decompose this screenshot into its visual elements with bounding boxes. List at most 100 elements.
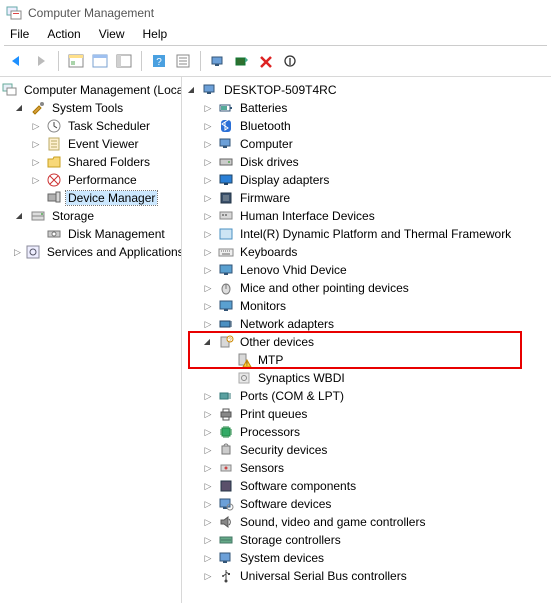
expand-icon[interactable] [202,228,214,240]
expand-icon[interactable] [202,174,214,186]
cat-sensors[interactable]: Sensors [182,459,551,477]
expand-icon[interactable] [202,462,214,474]
window-title: Computer Management [28,6,154,20]
device-manager-icon [46,190,62,206]
cat-sound-controllers[interactable]: Sound, video and game controllers [182,513,551,531]
expand-icon[interactable] [202,102,214,114]
warning-device-icon: ! [236,352,252,368]
tree-services-apps[interactable]: Services and Applications [0,243,181,261]
expand-icon[interactable] [30,156,42,168]
expand-icon[interactable] [202,210,214,222]
console-tree[interactable]: Computer Management (Local System Tools … [0,77,182,603]
network-icon [218,316,234,332]
expand-icon[interactable] [202,336,214,348]
tree-device-manager[interactable]: Device Manager [0,189,181,207]
menu-action[interactable]: Action [47,27,80,41]
show-hide-tree-button[interactable] [65,50,87,72]
expand-icon[interactable] [202,192,214,204]
computer-icon [218,136,234,152]
cat-computer[interactable]: Computer [182,135,551,153]
tree-storage[interactable]: Storage [0,207,181,225]
cat-bluetooth[interactable]: Bluetooth [182,117,551,135]
back-button[interactable] [6,50,28,72]
cat-processors[interactable]: Processors [182,423,551,441]
cat-mice[interactable]: Mice and other pointing devices [182,279,551,297]
expand-icon[interactable] [202,318,214,330]
cat-software-components[interactable]: Software components [182,477,551,495]
ports-icon [218,388,234,404]
cat-keyboards[interactable]: Keyboards [182,243,551,261]
expand-icon[interactable] [202,426,214,438]
device-synaptics-wbdi[interactable]: Synaptics WBDI [182,369,551,387]
cat-usb-controllers[interactable]: Universal Serial Bus controllers [182,567,551,585]
properties-button[interactable] [89,50,111,72]
cat-print-queues[interactable]: Print queues [182,405,551,423]
expand-icon[interactable] [202,300,214,312]
device-label: Ports (COM & LPT) [238,389,346,403]
expand-icon[interactable] [30,138,42,150]
expand-icon[interactable] [202,390,214,402]
uninstall-button[interactable] [255,50,277,72]
menu-view[interactable]: View [99,27,125,41]
tree-shared-folders[interactable]: Shared Folders [0,153,181,171]
tree-disk-management[interactable]: Disk Management [0,225,181,243]
export-list-button[interactable] [113,50,135,72]
update-driver-button[interactable] [207,50,229,72]
disable-button[interactable] [279,50,301,72]
cat-disk-drives[interactable]: Disk drives [182,153,551,171]
device-mtp[interactable]: !MTP [182,351,551,369]
expand-icon[interactable] [202,552,214,564]
expand-icon[interactable] [14,102,26,114]
expand-icon[interactable] [186,84,198,96]
cat-display-adapters[interactable]: Display adapters [182,171,551,189]
tree-event-viewer[interactable]: Event Viewer [0,135,181,153]
expand-icon[interactable] [202,282,214,294]
tree-performance[interactable]: Performance [0,171,181,189]
cat-storage-controllers[interactable]: Storage controllers [182,531,551,549]
expand-icon[interactable] [202,516,214,528]
cat-network-adapters[interactable]: Network adapters [182,315,551,333]
expand-icon[interactable] [202,534,214,546]
expand-icon[interactable] [202,246,214,258]
tree-label: Storage [50,209,96,223]
cat-security-devices[interactable]: Security devices [182,441,551,459]
menu-file[interactable]: File [10,27,29,41]
help-button[interactable]: ? [148,50,170,72]
expand-icon[interactable] [202,480,214,492]
cat-firmware[interactable]: Firmware [182,189,551,207]
cat-hid[interactable]: Human Interface Devices [182,207,551,225]
expand-icon[interactable] [202,408,214,420]
expand-icon[interactable] [30,174,42,186]
expand-icon[interactable] [202,444,214,456]
scan-hardware-button[interactable] [231,50,253,72]
unknown-device-icon [236,370,252,386]
expand-icon[interactable] [202,264,214,276]
cat-batteries[interactable]: Batteries [182,99,551,117]
tree-system-tools[interactable]: System Tools [0,99,181,117]
menu-help[interactable]: Help [143,27,168,41]
cat-system-devices[interactable]: System devices [182,549,551,567]
expand-icon[interactable] [14,210,26,222]
expand-icon[interactable] [30,120,42,132]
cat-monitors[interactable]: Monitors [182,297,551,315]
cat-other-devices[interactable]: ?Other devices [182,333,551,351]
device-tree[interactable]: DESKTOP-509T4RC Batteries Bluetooth Comp… [182,77,551,603]
cat-software-devices[interactable]: Software devices [182,495,551,513]
expand-icon[interactable] [202,138,214,150]
toolbar: ? [0,46,551,77]
tree-root-computer-management[interactable]: Computer Management (Local [0,81,181,99]
expand-icon[interactable] [202,570,214,582]
tree-task-scheduler[interactable]: Task Scheduler [0,117,181,135]
cat-ports[interactable]: Ports (COM & LPT) [182,387,551,405]
expand-icon[interactable] [202,156,214,168]
computer-management-icon [2,82,18,98]
tree-label: Services and Applications [45,245,182,259]
forward-button[interactable] [30,50,52,72]
expand-icon[interactable] [14,246,21,258]
cat-lenovo-vhid[interactable]: Lenovo Vhid Device [182,261,551,279]
expand-icon[interactable] [202,498,214,510]
expand-icon[interactable] [202,120,214,132]
device-root[interactable]: DESKTOP-509T4RC [182,81,551,99]
cat-intel-dptf[interactable]: Intel(R) Dynamic Platform and Thermal Fr… [182,225,551,243]
view-button[interactable] [172,50,194,72]
